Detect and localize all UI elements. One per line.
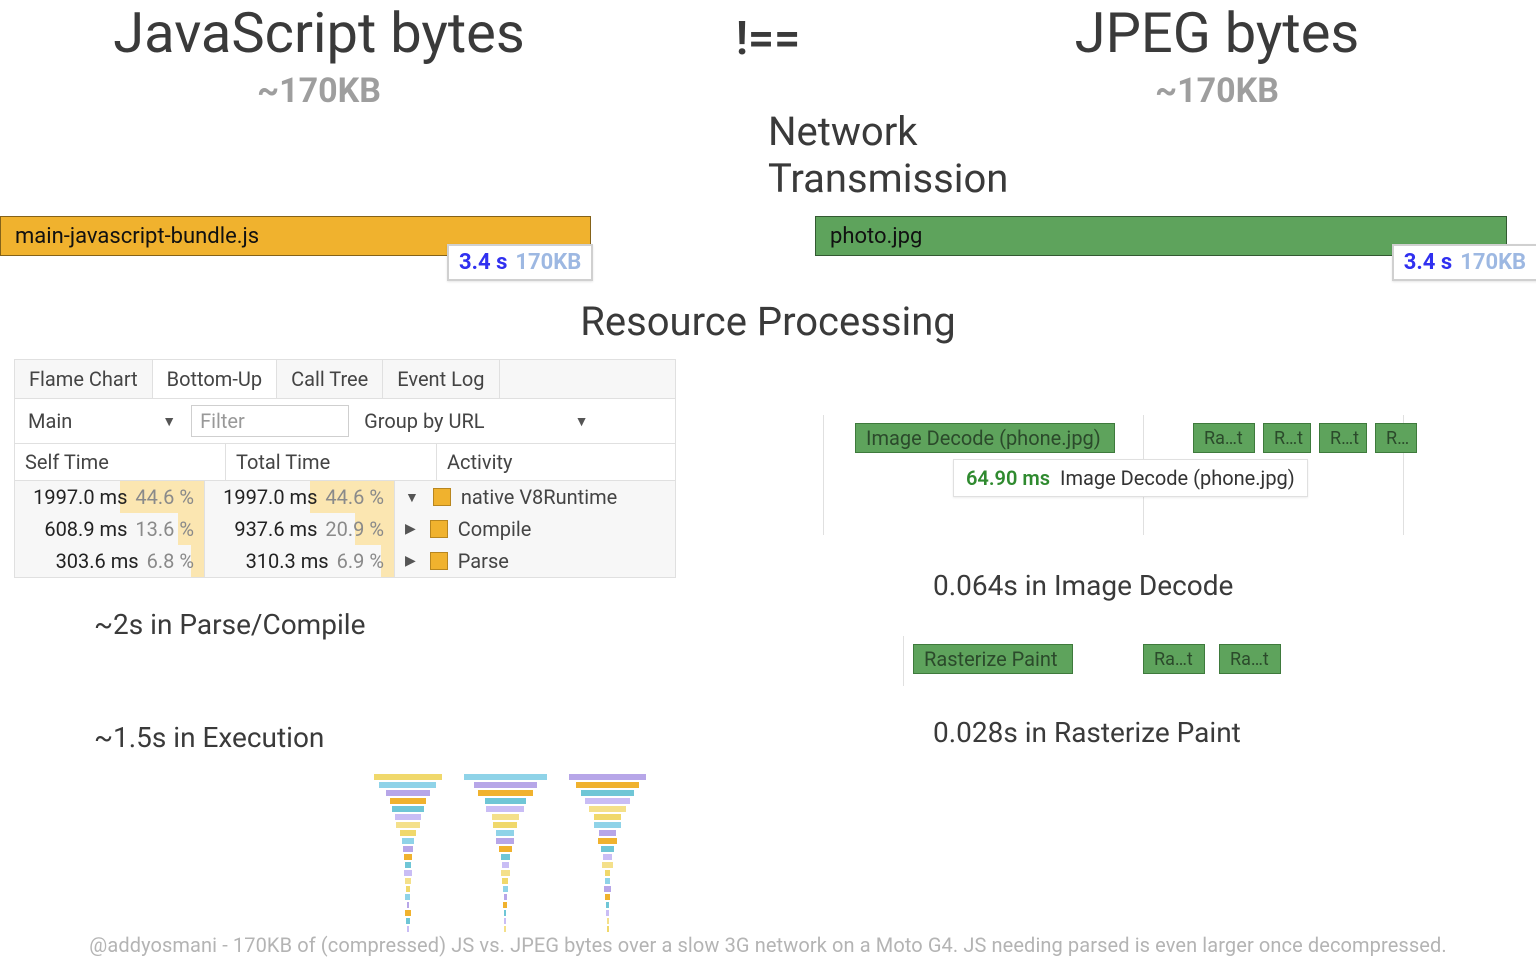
table-row[interactable]: 608.9 ms13.6 %937.6 ms20.9 %▶Compile (15, 513, 675, 545)
image-decode-block: Image Decode (phone.jpg) (855, 423, 1115, 453)
raster-chip-1: Ra…t (1193, 423, 1255, 453)
tab-call-tree[interactable]: Call Tree (277, 360, 383, 398)
chevron-down-icon: ▼ (162, 413, 176, 430)
js-title: JavaScript bytes (0, 4, 638, 63)
processing-heading: Resource Processing (0, 298, 1536, 345)
parse-compile-stat: ~2s in Parse/Compile (94, 608, 723, 641)
flame-chart-thumbnail (374, 774, 664, 934)
tab-event-log[interactable]: Event Log (383, 360, 499, 398)
footer-credit: @addyosmani - 170KB of (compressed) JS v… (0, 933, 1536, 957)
tab-flame-chart[interactable]: Flame Chart (15, 360, 153, 398)
raster-chip-4: R… (1375, 423, 1417, 453)
network-heading: Network Transmission (768, 108, 898, 202)
bottom-up-panel: Flame ChartBottom-UpCall TreeEvent Log M… (14, 359, 676, 578)
scripting-color-chip (430, 520, 448, 538)
image-decode-timeline: Image Decode (phone.jpg) Ra…t R…t R…t R…… (823, 415, 1522, 535)
group-select[interactable]: Group by URL▼ (359, 405, 593, 437)
col-self-time[interactable]: Self Time (15, 444, 226, 480)
table-row[interactable]: 303.6 ms6.8 %310.3 ms6.9 %▶Parse (15, 545, 675, 577)
js-size: ~170KB (0, 71, 638, 111)
jpeg-title: JPEG bytes (898, 4, 1536, 63)
js-bar-tag: 3.4 s170KB (447, 244, 593, 281)
tab-bottom-up[interactable]: Bottom-Up (153, 360, 277, 398)
col-activity[interactable]: Activity (437, 444, 675, 480)
rasterize-timeline: Rasterize Paint Ra…t Ra…t (903, 636, 1522, 686)
raster-stat: 0.028s in Rasterize Paint (933, 716, 1522, 749)
decode-tooltip: 64.90 msImage Decode (phone.jpg) (953, 459, 1308, 497)
js-bar-wrap: main-javascript-bundle.js 3.4 s170KB (0, 216, 721, 256)
scripting-color-chip (430, 552, 448, 570)
raster-chip-b: Ra…t (1219, 644, 1281, 674)
col-total-time[interactable]: Total Time (226, 444, 437, 480)
thread-select[interactable]: Main▼ (23, 405, 181, 437)
not-equal: !== (638, 12, 898, 66)
filter-input[interactable]: Filter (191, 405, 349, 437)
execution-stat: ~1.5s in Execution (94, 721, 723, 754)
raster-chip-3: R…t (1319, 423, 1367, 453)
table-row[interactable]: 1997.0 ms44.6 %1997.0 ms44.6 %▼native V8… (15, 481, 675, 513)
raster-chip-a: Ra…t (1143, 644, 1205, 674)
jpg-bar-wrap: photo.jpg 3.4 s170KB (815, 216, 1536, 256)
jpeg-size: ~170KB (898, 71, 1536, 111)
rasterize-block: Rasterize Paint (913, 644, 1073, 674)
chevron-down-icon: ▼ (575, 413, 589, 430)
scripting-color-chip (433, 488, 451, 506)
raster-chip-2: R…t (1263, 423, 1311, 453)
jpg-bar-tag: 3.4 s170KB (1392, 244, 1536, 281)
decode-stat: 0.064s in Image Decode (933, 569, 1522, 602)
